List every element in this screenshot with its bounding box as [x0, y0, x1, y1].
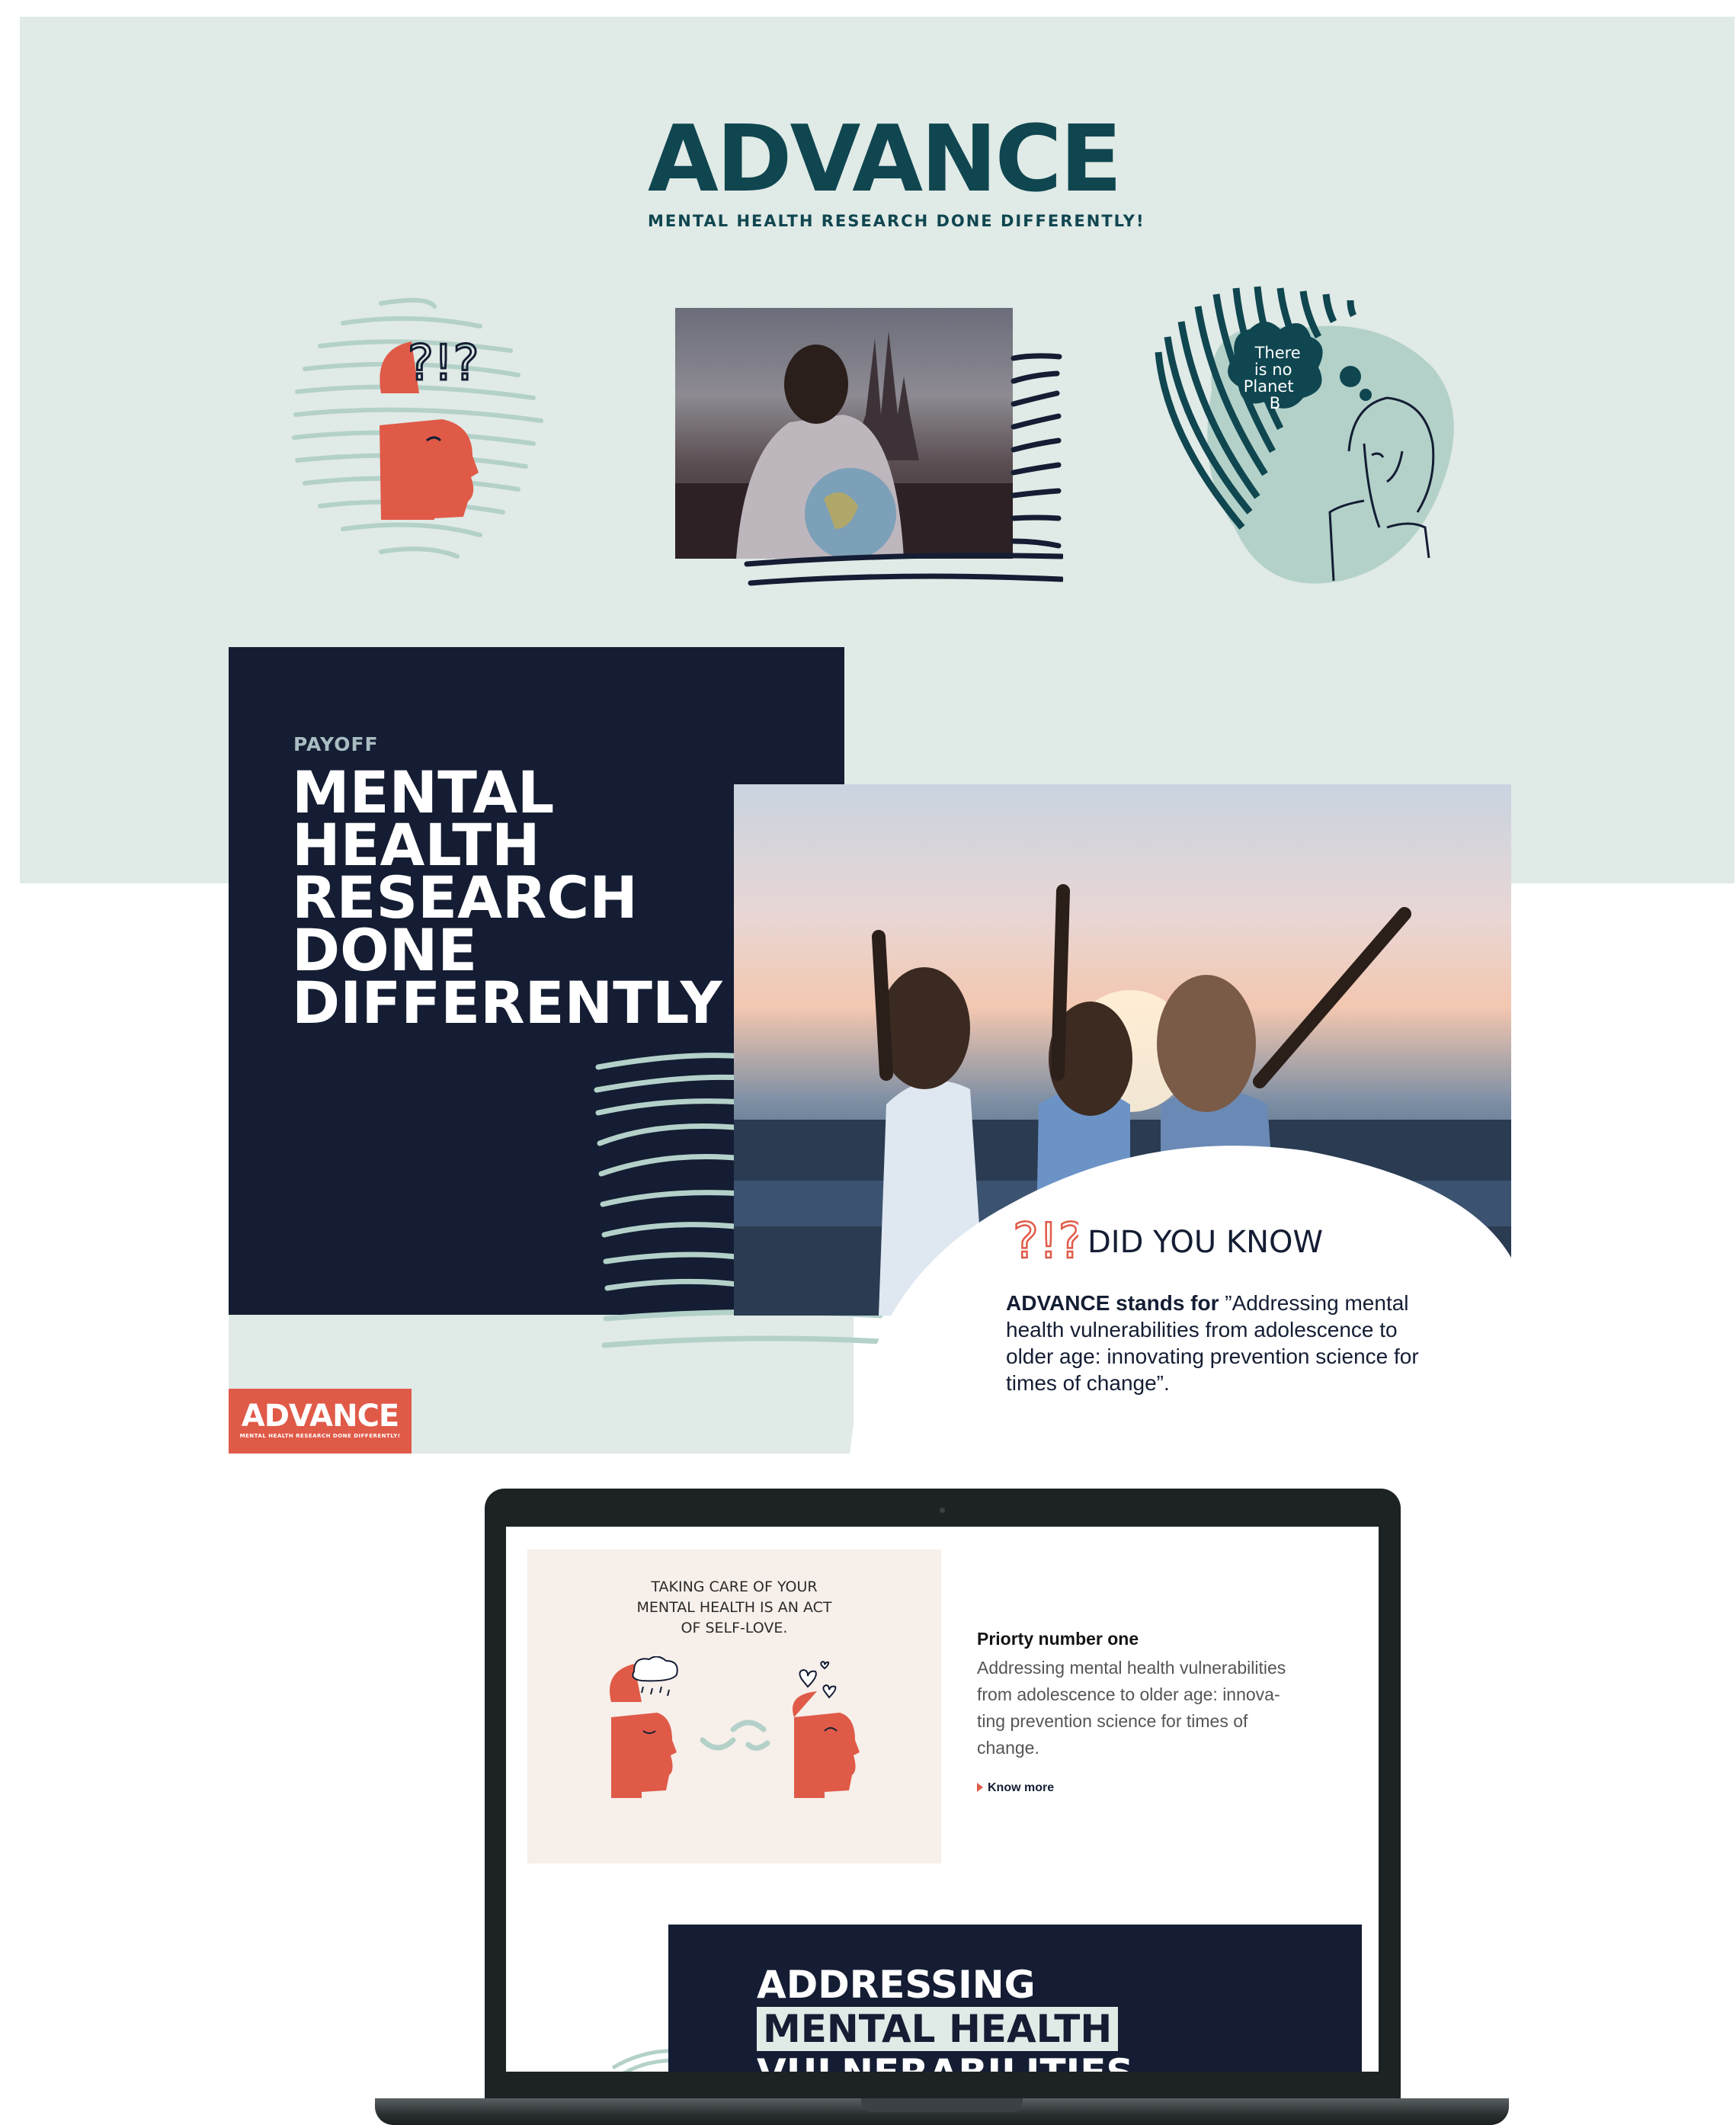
rain-cloud-icon [632, 1656, 678, 1682]
payoff-label: PAYOFF [293, 733, 379, 755]
self-love-illustration [610, 1656, 860, 1798]
priority-line: Addressing mental health vulnerabilities [977, 1658, 1286, 1678]
exchange-arrows-icon [700, 1720, 770, 1751]
addressing-headline: ADDRESSING MENTAL HEALTH VULNERABILITIES [757, 1963, 1133, 2072]
photo1-scribble-lines [744, 353, 1063, 586]
priority-line: from adolescence to older age: innova- [977, 1684, 1280, 1704]
badge-tagline: MENTAL HEALTH RESEARCH DONE DIFFERENTLY! [239, 1433, 401, 1439]
caption-line: OF SELF-LOVE. [681, 1620, 788, 1636]
question-marks-icon: ?!? [408, 335, 479, 392]
addressing-banner: ADDRESSING MENTAL HEALTH VULNERABILITIES [668, 1925, 1362, 2072]
know-more-label: Know more [988, 1781, 1055, 1794]
camera-icon [940, 1508, 945, 1513]
hearts-icon [799, 1660, 837, 1699]
caption-line: MENTAL HEALTH IS AN ACT [636, 1599, 832, 1616]
sad-head [611, 1713, 677, 1798]
advance-logo: ADVANCE MENTAL HEALTH RESEARCH DONE DIFF… [648, 107, 1145, 231]
priority-text: Addressing mental health vulnerabilities… [977, 1655, 1305, 1761]
arrow-right-icon [977, 1783, 983, 1792]
advance-badge-logo: ADVANCE MENTAL HEALTH RESEARCH DONE DIFF… [229, 1389, 412, 1454]
head-silhouette [380, 419, 479, 520]
priority-title: Priorty number one [977, 1629, 1139, 1649]
banner-line-highlight: MENTAL HEALTH [757, 2007, 1119, 2051]
priority-line: change. [977, 1738, 1039, 1758]
thought-dot-small [1360, 389, 1372, 401]
laptop-screen: TAKING CARE OF YOUR MENTAL HEALTH IS AN … [506, 1527, 1379, 2072]
caption-line: TAKING CARE OF YOUR [651, 1579, 818, 1595]
no-planet-b-illustration: There is no Planet B [1155, 286, 1454, 584]
payoff-title-line: DIFFERENTLY [292, 969, 722, 1037]
question-marks-icon: ?!? [1012, 1213, 1078, 1271]
rain-drops [641, 1686, 670, 1697]
banner-line: ADDRESSING [757, 1963, 1036, 2007]
logo-wordmark: ADVANCE [648, 107, 1123, 213]
happy-head [794, 1713, 860, 1798]
friend-right-hair [1157, 975, 1256, 1112]
payoff-title: MENTAL HEALTH RESEARCH DONE DIFFERENTLY [292, 764, 722, 1037]
did-you-know-title: DID YOU KNOW [1087, 1225, 1324, 1260]
svg-text:?!?: ?!? [1013, 1213, 1078, 1270]
did-you-know-bold: ADVANCE stands for [1006, 1291, 1219, 1315]
happy-head-flap [793, 1691, 817, 1717]
know-more-link[interactable]: Know more [977, 1781, 1054, 1795]
self-love-card: TAKING CARE OF YOUR MENTAL HEALTH IS AN … [527, 1550, 941, 1864]
self-love-caption: TAKING CARE OF YOUR MENTAL HEALTH IS AN … [527, 1577, 941, 1639]
logo-tagline: MENTAL HEALTH RESEARCH DONE DIFFERENTLY! [648, 212, 1145, 230]
laptop-notch [861, 2098, 1023, 2112]
head-question-illustration: ?!? [292, 297, 543, 559]
thought-dot-large [1340, 366, 1361, 387]
priority-line: ting prevention science for times of [977, 1711, 1248, 1731]
banner-line: VULNERABILITIES [757, 2051, 1133, 2072]
did-you-know-text: ADVANCE stands for ”Addressing mental he… [1006, 1290, 1433, 1396]
badge-wordmark: ADVANCE [241, 1399, 400, 1434]
